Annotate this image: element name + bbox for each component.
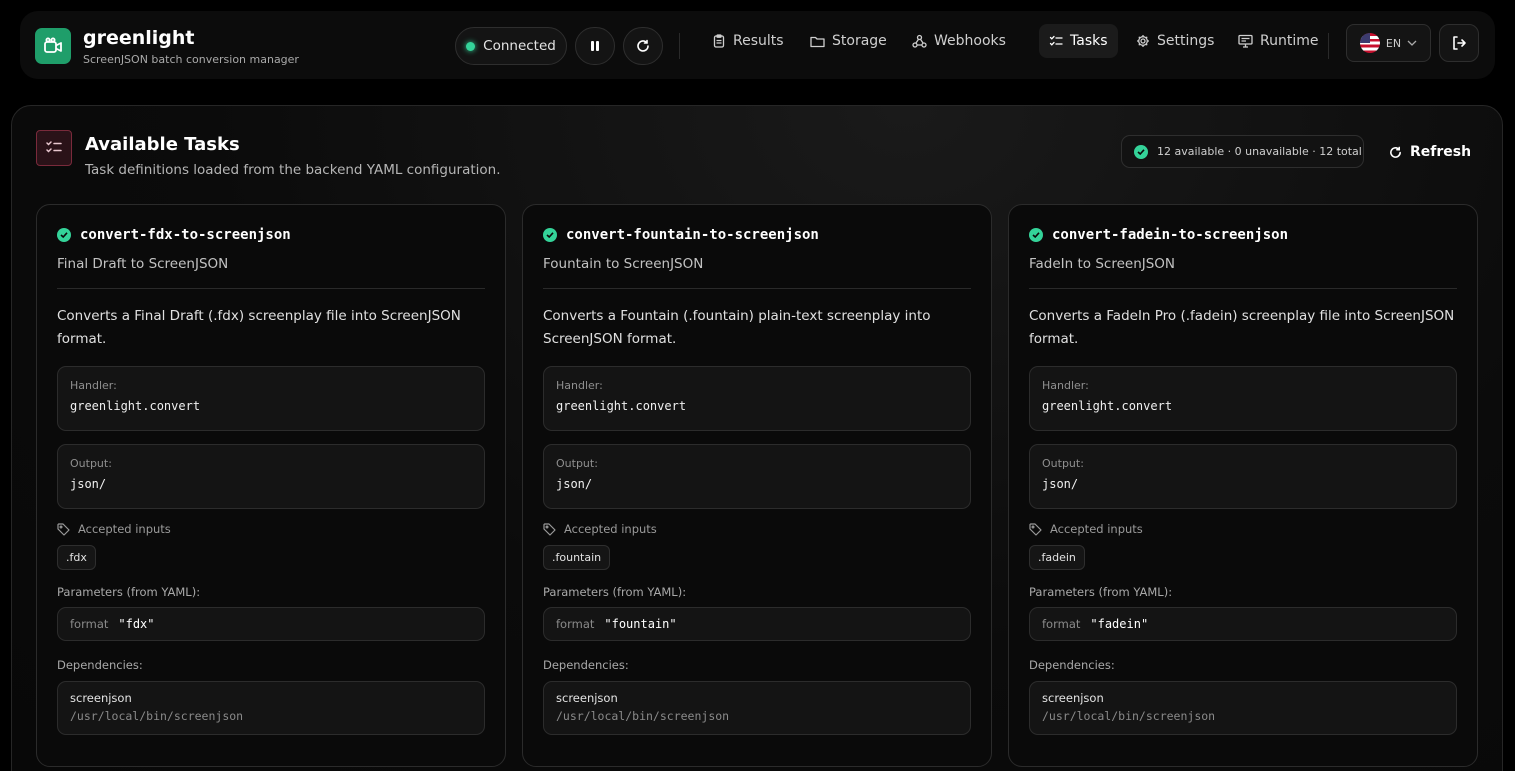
connection-status-label: Connected — [483, 38, 556, 54]
task-card: convert-fdx-to-screenjson Final Draft to… — [36, 204, 506, 767]
dependencies-label: Dependencies: — [1029, 658, 1115, 672]
pause-icon — [591, 41, 599, 51]
output-value: json/ — [1042, 477, 1079, 491]
chevron-down-icon — [1407, 40, 1417, 46]
dependency-box: screenjson /usr/local/bin/screenjson — [57, 681, 485, 735]
handler-box: Handler: greenlight.convert — [1029, 366, 1457, 431]
handler-value: greenlight.convert — [70, 399, 201, 413]
parameters-label: Parameters (from YAML): — [57, 585, 201, 599]
output-value: json/ — [70, 477, 107, 491]
tasks-summary-text: 12 available · 0 unavailable · 12 total — [1157, 145, 1362, 158]
handler-box: Handler: greenlight.convert — [57, 366, 485, 431]
dependency-box: screenjson /usr/local/bin/screenjson — [543, 681, 971, 735]
status-dot-icon — [466, 41, 476, 51]
handler-value: greenlight.convert — [1042, 399, 1173, 413]
task-name: Final Draft to ScreenJSON — [57, 256, 229, 272]
task-id: convert-fadein-to-screenjson — [1052, 227, 1289, 243]
gear-icon — [1137, 35, 1149, 47]
tasks-panel: Available Tasks Task definitions loaded … — [11, 105, 1503, 771]
dependencies-label: Dependencies: — [543, 658, 629, 672]
accepted-inputs-label: Accepted inputs — [57, 522, 485, 536]
handler-box: Handler: greenlight.convert — [543, 366, 971, 431]
clipboard-icon — [713, 34, 725, 48]
task-id: convert-fdx-to-screenjson — [80, 227, 291, 243]
app-subtitle: ScreenJSON batch conversion manager — [83, 53, 299, 66]
parameter-row: format "fountain" — [543, 607, 971, 641]
us-flag-icon — [1359, 33, 1380, 53]
parameter-row: format "fadein" — [1029, 607, 1457, 641]
parameters-label: Parameters (from YAML): — [1029, 585, 1173, 599]
input-extension-badge: .fadein — [1029, 545, 1085, 570]
accepted-inputs-label: Accepted inputs — [543, 522, 971, 536]
camera-icon — [35, 28, 71, 64]
folder-icon — [810, 36, 825, 47]
nav-settings[interactable]: Settings — [1126, 24, 1224, 58]
parameters-label: Parameters (from YAML): — [543, 585, 687, 599]
tag-icon — [1029, 522, 1042, 536]
output-box: Output: json/ — [543, 444, 971, 509]
output-box: Output: json/ — [1029, 444, 1457, 509]
card-divider — [543, 288, 971, 289]
task-description: Converts a Fountain (.fountain) plain-te… — [543, 308, 931, 347]
task-name: FadeIn to ScreenJSON — [1029, 256, 1176, 272]
accepted-inputs-label: Accepted inputs — [1029, 522, 1457, 536]
logout-button[interactable] — [1439, 24, 1479, 62]
logout-icon — [1453, 36, 1466, 50]
monitor-icon — [1238, 34, 1253, 48]
nav-runtime[interactable]: Runtime — [1228, 24, 1328, 58]
check-circle-icon — [57, 228, 71, 242]
connection-status[interactable]: Connected — [455, 27, 567, 65]
tasks-icon — [1049, 35, 1063, 46]
task-card: convert-fadein-to-screenjson FadeIn to S… — [1008, 204, 1478, 767]
reload-button[interactable] — [623, 27, 663, 65]
task-card: convert-fountain-to-screenjson Fountain … — [522, 204, 992, 767]
tag-icon — [57, 522, 70, 536]
nav-results[interactable]: Results — [702, 24, 794, 58]
language-selector[interactable]: EN — [1346, 24, 1431, 62]
handler-value: greenlight.convert — [556, 399, 687, 413]
task-name: Fountain to ScreenJSON — [543, 256, 704, 272]
input-extension-badge: .fountain — [543, 545, 611, 570]
header-divider — [679, 33, 680, 59]
refresh-button[interactable]: Refresh — [1389, 141, 1471, 163]
tag-icon — [543, 522, 556, 536]
refresh-icon — [1390, 146, 1401, 158]
nav-webhooks[interactable]: Webhooks — [902, 24, 1016, 58]
tasks-list-icon — [36, 130, 72, 166]
card-divider — [57, 288, 485, 289]
task-description: Converts a FadeIn Pro (.fadein) screenpl… — [1029, 308, 1455, 347]
nav-tasks[interactable]: Tasks — [1039, 24, 1118, 58]
task-description: Converts a Final Draft (.fdx) screenplay… — [57, 308, 461, 347]
pause-button[interactable] — [575, 27, 615, 65]
tasks-summary-badge: 12 available · 0 unavailable · 12 total — [1121, 135, 1364, 168]
check-circle-icon — [1134, 144, 1148, 159]
header-divider — [1328, 33, 1329, 59]
panel-title: Available Tasks — [85, 134, 240, 155]
output-value: json/ — [556, 477, 593, 491]
refresh-label: Refresh — [1410, 144, 1472, 160]
top-bar: greenlight ScreenJSON batch conversion m… — [20, 11, 1495, 79]
task-id: convert-fountain-to-screenjson — [566, 227, 819, 243]
dependency-box: screenjson /usr/local/bin/screenjson — [1029, 681, 1457, 735]
output-box: Output: json/ — [57, 444, 485, 509]
check-circle-icon — [543, 228, 557, 242]
input-extension-badge: .fdx — [57, 545, 96, 570]
panel-subtitle: Task definitions loaded from the backend… — [85, 162, 501, 178]
language-label: EN — [1385, 36, 1402, 50]
card-divider — [1029, 288, 1457, 289]
reload-icon — [637, 39, 649, 52]
dependencies-label: Dependencies: — [57, 658, 143, 672]
nav-storage[interactable]: Storage — [800, 24, 897, 58]
parameter-row: format "fdx" — [57, 607, 485, 641]
webhook-icon — [912, 34, 927, 48]
check-circle-icon — [1029, 228, 1043, 242]
app-title: greenlight — [83, 27, 195, 49]
